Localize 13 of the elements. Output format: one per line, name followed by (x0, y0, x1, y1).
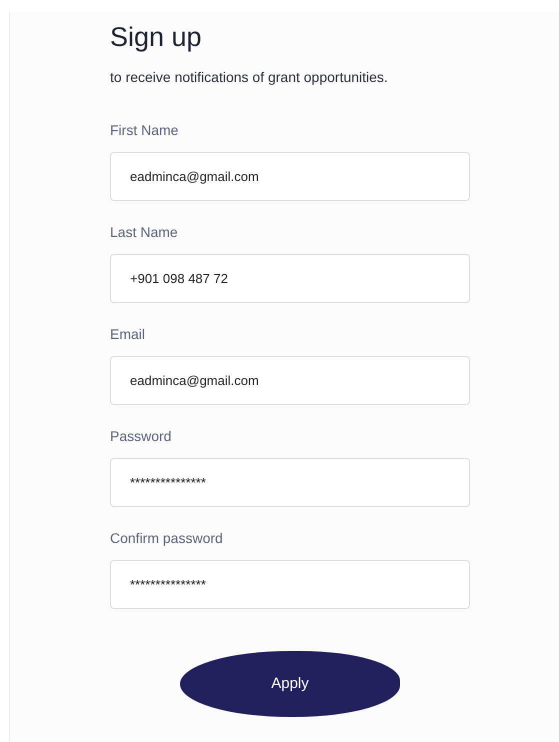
field-label: Email (110, 325, 146, 344)
field-label: First Name (110, 121, 178, 140)
field-label: Last Name (110, 223, 178, 242)
field-label: Password (110, 427, 172, 446)
input-field[interactable]: eadminca@gmail.com (110, 356, 470, 405)
field-label: Confirm password (110, 529, 223, 548)
input-field[interactable]: *************** (110, 458, 470, 507)
page-title: Sign up (110, 21, 202, 54)
input-field[interactable]: eadminca@gmail.com (110, 152, 470, 201)
apply-button[interactable]: Apply (180, 651, 400, 717)
input-field[interactable]: *************** (110, 560, 470, 609)
subtitle: to receive notifications of grant opportunities. (110, 68, 388, 87)
input-field[interactable]: +901 098 487 72 (110, 254, 470, 303)
